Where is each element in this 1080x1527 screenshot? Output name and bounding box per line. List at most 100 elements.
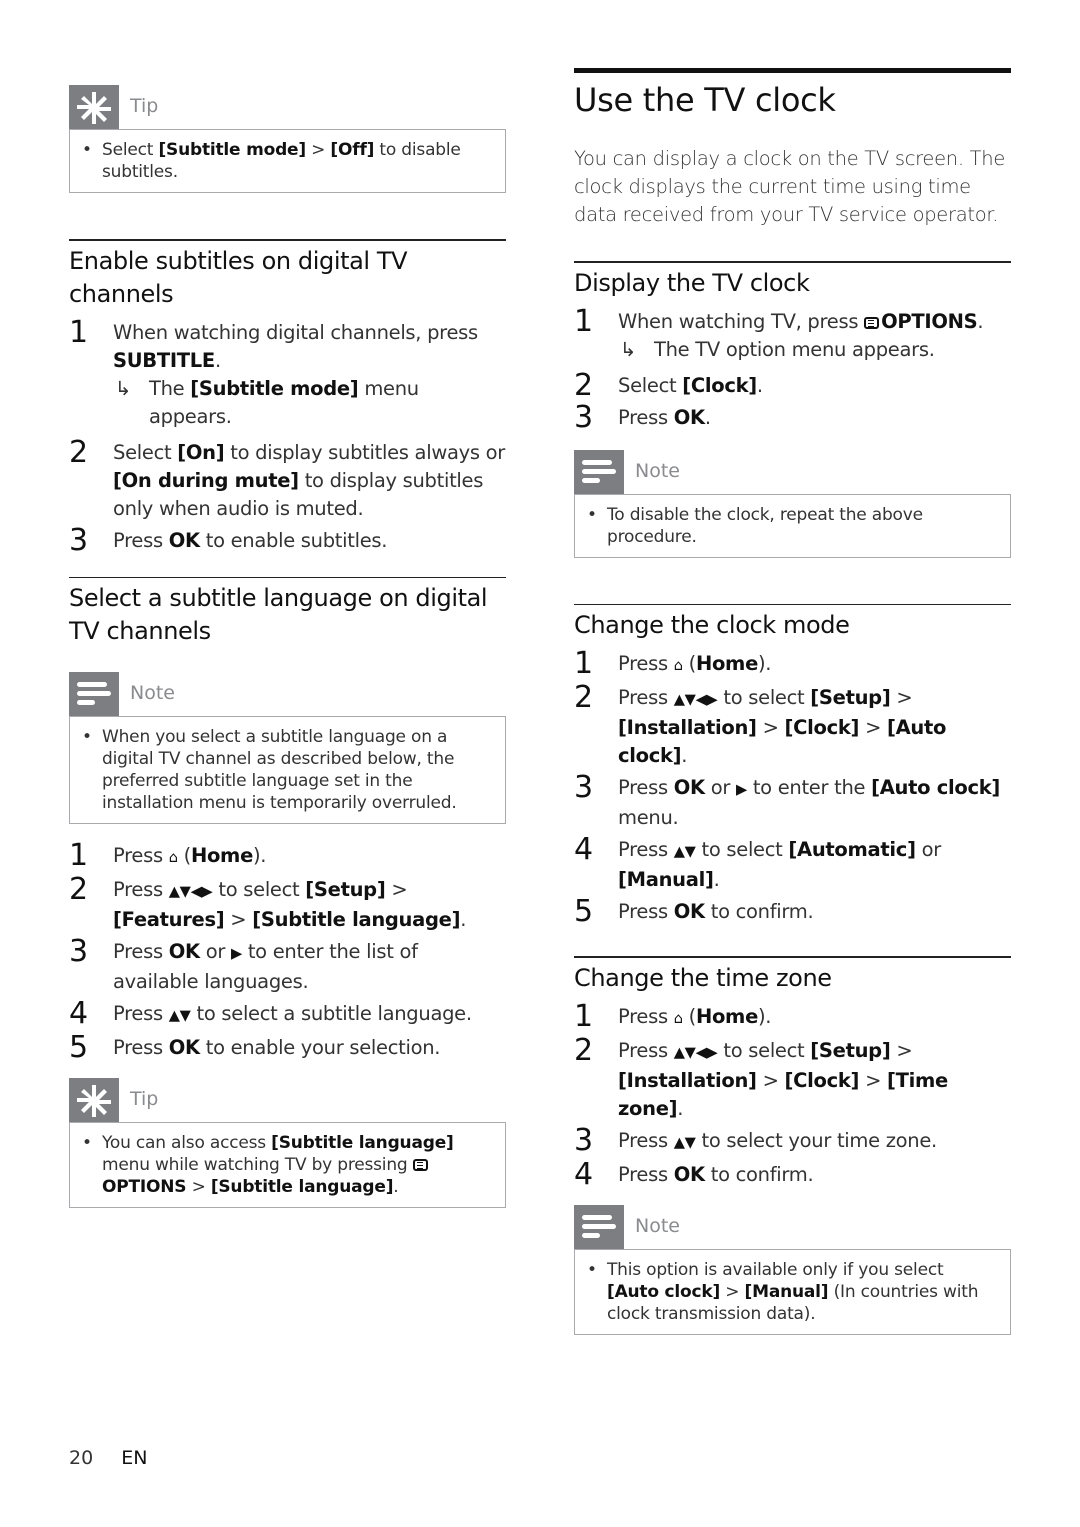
note-title: Note xyxy=(635,1214,680,1237)
text: When watching digital channels, press xyxy=(113,320,478,344)
tip-box: Tip • Select [Subtitle mode] > [Off] to d… xyxy=(69,85,506,193)
note-body: • When you select a subtitle language on … xyxy=(69,716,506,824)
text: Press xyxy=(618,1038,674,1062)
emphasis-text: OK xyxy=(673,1162,705,1186)
text: to select xyxy=(695,838,789,861)
result-arrow-icon: ↳ xyxy=(115,376,132,400)
step-item: 1 When watching TV, press OPTIONS. ↳ The TV… xyxy=(574,304,1011,364)
emphasis-text: [Subtitle mode] xyxy=(158,140,306,160)
section-divider xyxy=(574,261,1011,263)
text: Press xyxy=(113,940,169,963)
text: ). xyxy=(758,1004,772,1028)
step-item: 1 Press ⌂ (Home). xyxy=(574,647,1011,681)
right-arrow-icon: ▶ xyxy=(230,945,242,962)
text: to select a subtitle language. xyxy=(190,1002,473,1025)
emphasis-text: OK xyxy=(168,528,200,552)
step-text: Select [On] to display subtitles always … xyxy=(113,439,506,523)
emphasis-text: [Features] xyxy=(113,908,225,931)
step-text: Press OK to enable your selection. xyxy=(113,1034,506,1062)
language-code: EN xyxy=(121,1447,148,1469)
step-number: 3 xyxy=(574,1122,593,1158)
tip-header: Tip xyxy=(69,1078,506,1122)
text: > xyxy=(756,716,785,739)
note-header: Note xyxy=(574,1204,1011,1249)
tip-box: Tip • You can also access [Subtitle langu… xyxy=(69,1078,506,1208)
text: Press xyxy=(618,838,674,861)
text: You can also access xyxy=(102,1133,272,1153)
text: The TV option menu appears. xyxy=(654,337,935,361)
text: . xyxy=(704,405,711,429)
emphasis-text: [Clock] xyxy=(784,716,860,739)
section-heading-subtitle-language: Select a subtitle language on digital TV… xyxy=(69,584,488,645)
up-down-arrows-icon: ▲▼ xyxy=(168,1007,191,1024)
step-text: Press OK to confirm. xyxy=(618,898,1011,926)
text: Press xyxy=(618,686,674,709)
step-number: 1 xyxy=(69,314,88,350)
step-item: 3 Press OK or ▶ to enter the list of avai… xyxy=(69,935,506,996)
step-text: Press ⌂ (Home). xyxy=(618,650,1011,680)
note-header: Note xyxy=(574,449,1011,494)
step-text: Press ▲▼◀▶ to select [Setup] > [Installa… xyxy=(618,1037,1011,1123)
steps-display-clock: 1 When watching TV, press OPTIONS. ↳ The TV… xyxy=(574,304,1011,434)
text: to enter the xyxy=(746,776,872,799)
text: Select xyxy=(102,140,159,160)
text: When you select a subtitle language on a… xyxy=(102,727,457,813)
step-item: 3 Press OK to enable subtitles. xyxy=(69,523,506,557)
step-item: 3 Press OK. xyxy=(574,400,1011,434)
step-item: 3 Press ▲▼ to select your time zone. xyxy=(574,1122,1011,1158)
emphasis-text: OK xyxy=(673,405,705,429)
step-number: 4 xyxy=(69,996,88,1031)
text: Press xyxy=(618,1128,674,1152)
step-text: Select [Clock]. xyxy=(618,372,1011,400)
text: or xyxy=(915,838,942,861)
text: > xyxy=(859,1068,888,1092)
tip-title: Tip xyxy=(130,1088,159,1110)
right-column: Use the TV clock You can display a clock… xyxy=(574,0,1011,1335)
step-number: 2 xyxy=(574,1032,593,1068)
text: ). xyxy=(758,652,772,675)
asterisk-icon xyxy=(69,85,119,129)
emphasis-text: [Clock] xyxy=(682,373,757,397)
text: Press xyxy=(113,878,169,901)
text: Press xyxy=(618,405,674,429)
text: Press xyxy=(618,776,674,799)
chapter-rule xyxy=(574,68,1011,73)
section-heading-display-clock: Display the TV clock xyxy=(574,268,810,297)
home-icon: ⌂ xyxy=(168,849,178,866)
section-divider xyxy=(69,239,506,241)
text: . xyxy=(756,373,763,397)
step-number: 4 xyxy=(574,1156,593,1192)
text: . xyxy=(677,1096,684,1120)
note-box: Note • This option is available only if y… xyxy=(574,1204,1011,1335)
emphasis-text: [Automatic] xyxy=(788,838,916,861)
step-text: Press ▲▼◀▶ to select [Setup] > [Installa… xyxy=(618,684,1011,770)
step-item: 2 Select [On] to display subtitles always… xyxy=(69,435,506,523)
emphasis-text: [On] xyxy=(177,440,225,464)
text: > xyxy=(859,716,888,739)
note-title: Note xyxy=(130,682,175,704)
emphasis-text: [Installation] xyxy=(618,716,757,739)
emphasis-text: [On during mute] xyxy=(113,468,299,492)
step-text: Press OK. xyxy=(618,404,1011,432)
step-text: Press ▲▼◀▶ to select [Setup] > [Features… xyxy=(113,876,506,934)
step-item: 2 Select [Clock]. xyxy=(574,368,1011,402)
emphasis-text: [Manual] xyxy=(744,1281,829,1302)
result-arrow-icon: ↳ xyxy=(620,337,637,361)
text: to confirm. xyxy=(704,900,814,923)
text: . xyxy=(214,348,221,372)
step-item: 5 Press OK to confirm. xyxy=(574,895,1011,929)
right-arrow-icon: ▶ xyxy=(735,781,747,798)
step-item: 1 When watching digital channels, press S… xyxy=(69,314,506,431)
note-title: Note xyxy=(635,459,680,482)
step-number: 1 xyxy=(574,998,593,1034)
step-result: ↳ The TV option menu appears. xyxy=(618,336,1011,364)
emphasis-text: OK xyxy=(168,1036,200,1059)
note-item: • To disable the clock, repeat the above … xyxy=(587,504,923,547)
text: Select xyxy=(618,373,683,397)
up-down-arrows-icon: ▲▼ xyxy=(673,1133,696,1151)
note-header: Note xyxy=(69,672,506,716)
step-text: Press OK to confirm. xyxy=(618,1161,1011,1189)
emphasis-text: [Manual] xyxy=(618,868,714,891)
step-text: Press ▲▼ to select a subtitle language. xyxy=(113,1000,506,1030)
step-item: 2 Press ▲▼◀▶ to select [Setup] > [Install… xyxy=(574,1032,1011,1123)
